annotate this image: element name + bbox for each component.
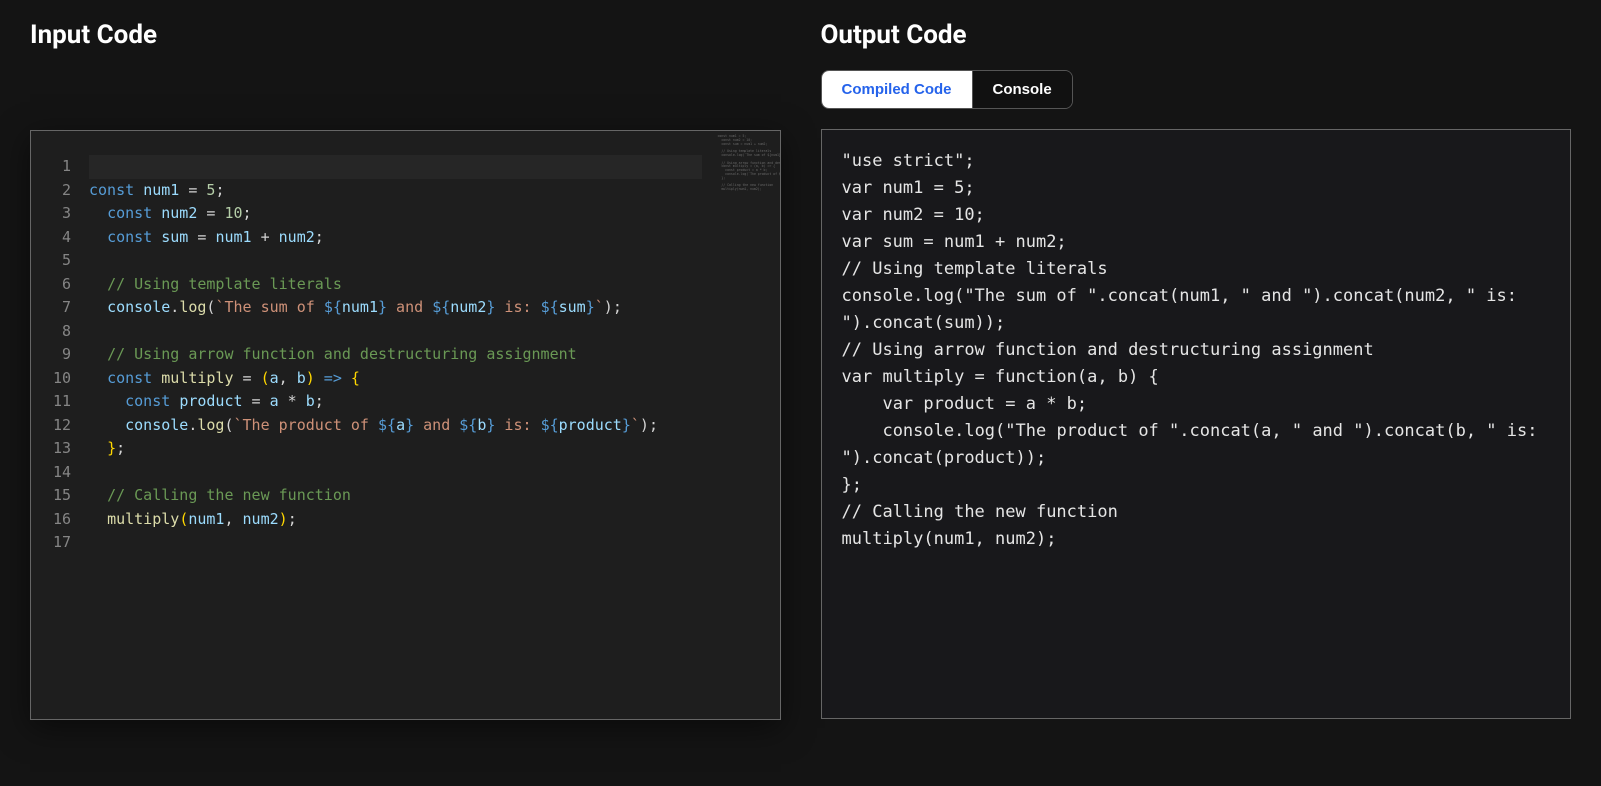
minimap[interactable]: const num1 = 5; const num2 = 10; const s…	[712, 131, 780, 719]
tab-compiled-code[interactable]: Compiled Code	[822, 71, 972, 108]
line-number: 3	[31, 202, 71, 226]
code-line[interactable]: console.log(`The product of ${a} and ${b…	[89, 414, 702, 438]
line-number-gutter: 1 2 3 4 5 6 7 8 9 10 11 12 13 14 15 16 1	[31, 155, 89, 719]
output-tabs: Compiled Code Console	[821, 70, 1073, 109]
code-editor[interactable]: 1 2 3 4 5 6 7 8 9 10 11 12 13 14 15 16 1	[30, 130, 781, 720]
input-panel: Input Code 1 2 3 4 5 6 7 8 9 10 11 12 13	[30, 20, 781, 720]
code-line[interactable]: // Calling the new function	[89, 484, 702, 508]
line-number: 9	[31, 343, 71, 367]
code-line[interactable]	[89, 461, 702, 485]
line-number: 17	[31, 531, 71, 555]
line-number: 6	[31, 273, 71, 297]
output-title: Output Code	[821, 20, 1572, 50]
output-panel: Output Code Compiled Code Console "use s…	[821, 20, 1572, 720]
code-line[interactable]: const multiply = (a, b) => {	[89, 367, 702, 391]
line-number: 2	[31, 179, 71, 203]
line-number: 13	[31, 437, 71, 461]
tab-console[interactable]: Console	[972, 71, 1072, 108]
line-number: 10	[31, 367, 71, 391]
code-line[interactable]: // Using template literals	[89, 273, 702, 297]
line-number: 16	[31, 508, 71, 532]
editor-inner: 1 2 3 4 5 6 7 8 9 10 11 12 13 14 15 16 1	[31, 131, 712, 719]
line-number: 15	[31, 484, 71, 508]
line-number: 5	[31, 249, 71, 273]
line-number: 11	[31, 390, 71, 414]
code-line[interactable]: const num1 = 5;	[89, 179, 702, 203]
input-title: Input Code	[30, 20, 781, 50]
code-line[interactable]: multiply(num1, num2);	[89, 508, 702, 532]
main-container: Input Code 1 2 3 4 5 6 7 8 9 10 11 12 13	[30, 20, 1571, 720]
code-line[interactable]: const sum = num1 + num2;	[89, 226, 702, 250]
code-content[interactable]: const num1 = 5; const num2 = 10; const s…	[89, 155, 712, 719]
code-line[interactable]: // Using arrow function and destructurin…	[89, 343, 702, 367]
line-number: 12	[31, 414, 71, 438]
line-number: 8	[31, 320, 71, 344]
code-line[interactable]: const product = a * b;	[89, 390, 702, 414]
code-line[interactable]: };	[89, 437, 702, 461]
code-line[interactable]	[89, 320, 702, 344]
line-number: 4	[31, 226, 71, 250]
line-number: 1	[31, 155, 71, 179]
code-line[interactable]: const num2 = 10;	[89, 202, 702, 226]
output-code-box: "use strict"; var num1 = 5; var num2 = 1…	[821, 129, 1572, 719]
line-number: 14	[31, 461, 71, 485]
code-line[interactable]	[89, 155, 702, 179]
code-line[interactable]	[89, 531, 702, 555]
code-line[interactable]: console.log(`The sum of ${num1} and ${nu…	[89, 296, 702, 320]
line-number: 7	[31, 296, 71, 320]
compiled-output[interactable]: "use strict"; var num1 = 5; var num2 = 1…	[822, 130, 1571, 571]
code-line[interactable]	[89, 249, 702, 273]
